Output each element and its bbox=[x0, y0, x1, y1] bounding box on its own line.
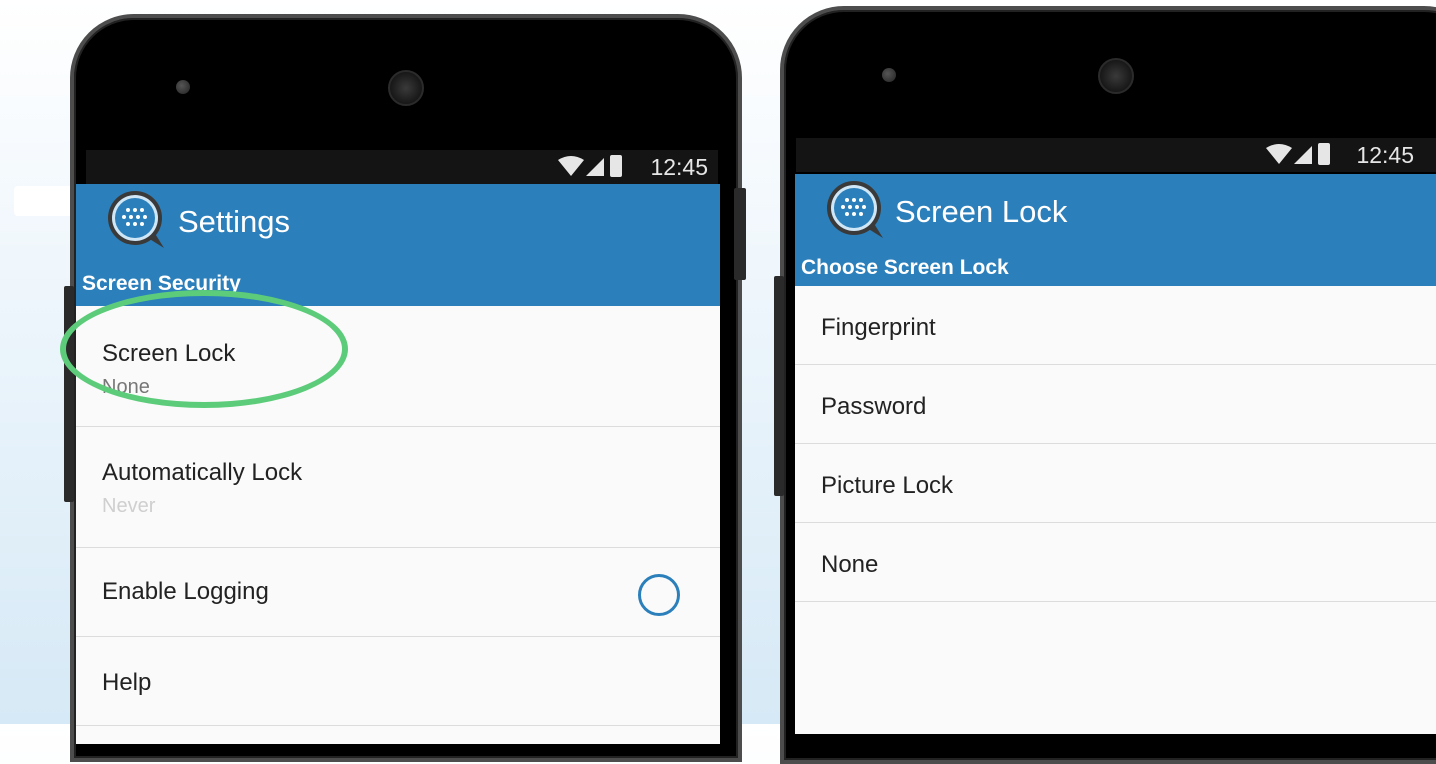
screen-lock-screen: Screen Lock Choose Screen Lock Fingerpri… bbox=[795, 174, 1436, 734]
highlight-ellipse bbox=[60, 290, 348, 408]
signal-icon bbox=[1294, 146, 1312, 164]
item-title: Help bbox=[102, 669, 152, 696]
list-item-enable-logging[interactable]: Enable Logging bbox=[76, 548, 720, 637]
item-title: None bbox=[821, 551, 879, 578]
list-item-automatically-lock[interactable]: Automatically Lock Never bbox=[76, 427, 720, 548]
status-time: 12:45 bbox=[650, 154, 708, 180]
item-title: Enable Logging bbox=[102, 578, 269, 605]
status-bar: 12:45 bbox=[796, 138, 1436, 172]
volume-button bbox=[774, 276, 784, 496]
list-item-fingerprint[interactable]: Fingerprint bbox=[795, 286, 1436, 365]
settings-screen: Settings Screen Security Screen Lock Non… bbox=[76, 184, 720, 744]
signal-icon bbox=[586, 158, 604, 176]
item-title: Password bbox=[821, 393, 927, 420]
earpiece-speaker-icon bbox=[388, 70, 424, 106]
status-bar: 12:45 bbox=[86, 150, 718, 184]
list-item-password[interactable]: Password bbox=[795, 365, 1436, 444]
logging-toggle[interactable] bbox=[638, 574, 680, 616]
chat-logo-icon bbox=[108, 191, 164, 248]
battery-icon bbox=[1318, 143, 1330, 165]
wifi-icon bbox=[558, 156, 584, 176]
app-bar: Settings Screen Security bbox=[76, 184, 720, 306]
item-subtitle: Never bbox=[102, 495, 156, 517]
app-bar: Screen Lock Choose Screen Lock bbox=[795, 174, 1436, 286]
item-title: Automatically Lock bbox=[102, 459, 303, 486]
chat-logo-icon bbox=[827, 181, 883, 238]
list-item-help[interactable]: Help bbox=[76, 637, 720, 726]
volume-button bbox=[64, 286, 74, 502]
battery-icon bbox=[610, 155, 622, 177]
page-title: Settings bbox=[178, 204, 291, 239]
earpiece-speaker-icon bbox=[1098, 58, 1134, 94]
section-header: Choose Screen Lock bbox=[801, 256, 1009, 279]
page-title: Screen Lock bbox=[895, 194, 1068, 229]
list-item-picture-lock[interactable]: Picture Lock bbox=[795, 444, 1436, 523]
phone-frame-right: 12:45 Screen Lock Choose Screen Lock Fin… bbox=[774, 6, 1436, 764]
front-camera-icon bbox=[882, 68, 896, 82]
status-time: 12:45 bbox=[1356, 142, 1414, 168]
front-camera-icon bbox=[176, 80, 190, 94]
wifi-icon bbox=[1266, 144, 1292, 164]
item-title: Fingerprint bbox=[821, 314, 936, 341]
list-item-none[interactable]: None bbox=[795, 523, 1436, 602]
item-title: Picture Lock bbox=[821, 472, 954, 499]
power-button bbox=[734, 188, 746, 280]
